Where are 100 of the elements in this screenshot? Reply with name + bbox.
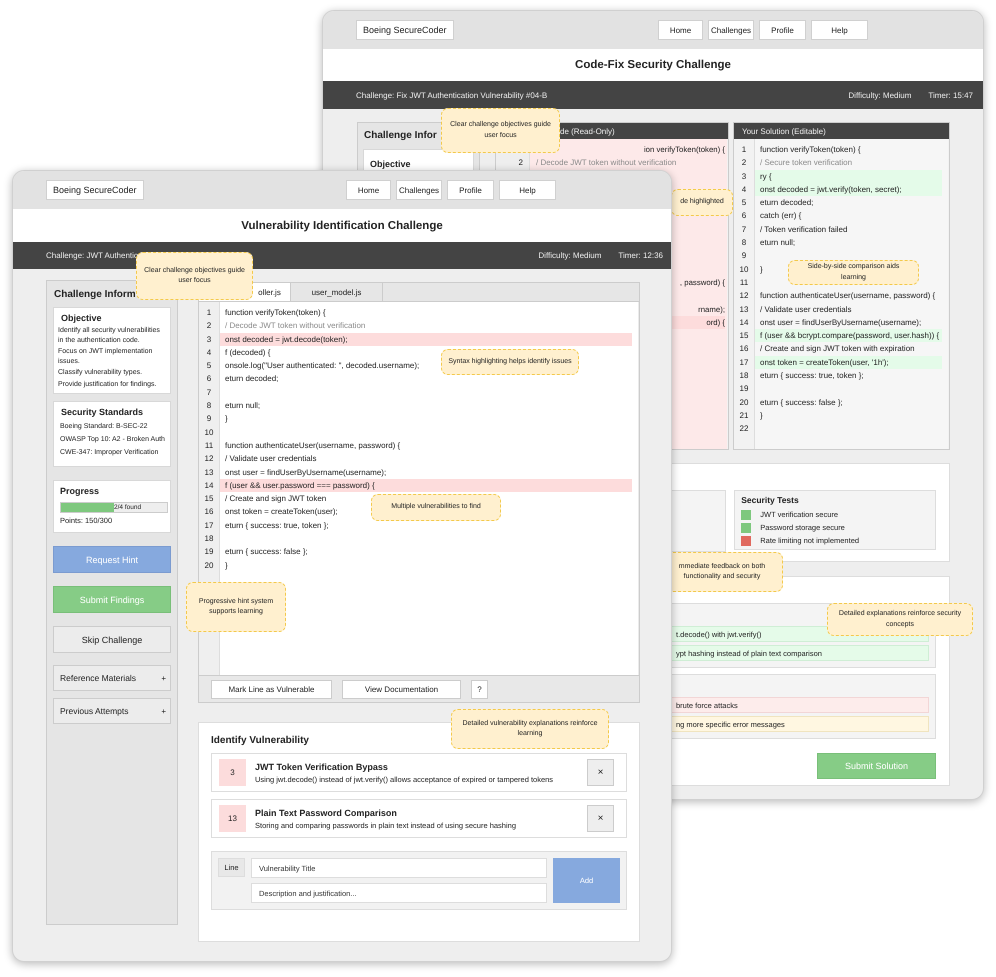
line-number: 4 [740,184,748,196]
line-number: 1 [206,307,212,319]
line-number: 6 [740,210,748,222]
code-line: onst token = createToken(user); [224,506,338,518]
line-number: 11 [204,440,214,452]
line-number: 16 [738,343,750,356]
line-number: 21 [738,410,750,422]
code-line: eturn decoded; [759,197,814,210]
card-title: Objective [370,159,411,169]
remove-button[interactable]: × [587,759,614,786]
help-button[interactable]: ? [471,680,488,698]
expand-icon: + [161,674,166,682]
difficulty-label: Difficulty: Medium [848,90,912,100]
code-line: function verifyToken(token) { [759,144,860,156]
accordion-header[interactable]: Reference Materials + [53,665,171,691]
line-number: 20 [204,560,214,572]
line-number: 2 [740,157,748,170]
panel-header: Your Solution (Editable) [734,123,949,139]
code-line: / Token verification failed [759,224,848,236]
code-line: eturn { success: true, token }; [224,520,329,532]
line-number: 11 [738,276,750,289]
page-title: Code-Fix Security Challenge [575,59,731,71]
line-number: 20 [738,396,750,409]
code-line: function verifyToken(token) { [224,307,326,319]
code-line: eturn null; [224,400,260,412]
code-line: eturn { success: true, token }; [759,370,864,382]
panel-title: Security Tests [741,495,800,505]
code-line: catch (err) { [759,210,802,222]
line-number: 2 [206,320,212,332]
challenge-name: Challenge: Fix JWT Authentication Vulnerability #04-B [356,90,548,100]
code-line: / Validate user credentials [224,453,316,466]
nav-button[interactable]: Home [346,180,391,200]
line-number: 5 [740,197,748,210]
line-number: 12 [204,453,214,466]
code-line: } [759,264,763,276]
skip-button[interactable]: Skip Challenge [53,626,171,653]
difficulty-label: Difficulty: Medium [538,251,602,260]
line-number: 9 [740,250,748,262]
toolbar-button[interactable]: Mark Line as Vulnerable [211,680,332,698]
line-number: 13 [204,466,214,479]
code-line: eturn decoded; [224,373,278,386]
accordion-header[interactable]: Previous Attempts + [53,698,171,724]
line-number: 15 [738,330,750,342]
code-line: } [224,560,228,572]
line-number: 7 [740,224,748,236]
code-line: / Decode JWT token without verification [535,157,676,170]
line-number: 7 [206,386,212,399]
nav-button[interactable]: Profile [759,20,806,40]
section-title: Identify Vulnerability [211,735,310,746]
code-line: onsole.log("User authenticated: ", decoded.username); [224,360,420,372]
nav-button[interactable]: Challenges [708,20,754,40]
line-number: 14 [738,316,750,329]
nav-button[interactable]: Challenges [396,180,442,200]
line-number: 10 [204,426,214,439]
code-line: eturn { success: false }; [759,396,843,409]
line-number: 18 [738,370,750,382]
nav-button[interactable]: Profile [447,180,494,200]
panel-title: Challenge Infor [364,130,438,141]
line-number: 10 [738,264,750,276]
app-logo: Boeing SecureCoder [46,180,144,200]
code-line: function authenticateUser(username, password) { [759,290,936,302]
card-title: Security Standards [61,407,144,417]
nav-button[interactable]: Home [658,20,703,40]
finding-title: JWT Token Verification Bypass [255,762,389,772]
remove-button[interactable]: × [587,805,614,832]
line-number: 8 [206,400,212,412]
timer-label: Timer: 12:36 [618,251,663,260]
code-line: / Create and sign JWT token with expiration [759,343,915,356]
line-badge: 13 [219,805,246,832]
code-line: onst user = findUserByUsername(username); [759,316,922,329]
challenge-name: Challenge: JWT Authentic [46,251,138,260]
line-number: 22 [738,423,750,436]
line-number: 14 [204,480,214,492]
expand-icon: + [161,706,166,716]
card-title: Objective [61,313,103,323]
line-number: 9 [206,413,212,426]
line-number: 13 [738,304,750,316]
code-line: eturn { success: false }; [224,546,308,558]
toolbar-button[interactable]: View Documentation [342,680,461,698]
line-number: 4 [206,346,212,359]
line-number: 3 [740,170,748,183]
timer-label: Timer: 15:47 [928,90,973,100]
card-title: Progress [60,486,100,496]
code-line: } [224,413,228,426]
line-number: 16 [204,506,214,518]
code-line: onst user = findUserByUsername(username); [224,466,386,479]
page-title: Vulnerability Identification Challenge [241,220,443,232]
nav-button[interactable]: Help [811,20,868,40]
panel-title: Challenge Inform [54,289,137,300]
line-number: 17 [204,520,214,532]
finding-title: Plain Text Password Comparison [255,808,398,818]
nav-button[interactable]: Help [499,180,556,200]
line-number: 19 [204,546,214,558]
code-line: / Decode JWT token without verification [224,320,366,332]
code-line: } [759,410,763,422]
code-line: f (decoded) { [224,346,270,359]
code-line: eturn null; [759,237,796,250]
line-number: 8 [740,237,748,250]
line-number: 18 [204,533,214,546]
app-logo: Boeing SecureCoder [356,20,454,40]
